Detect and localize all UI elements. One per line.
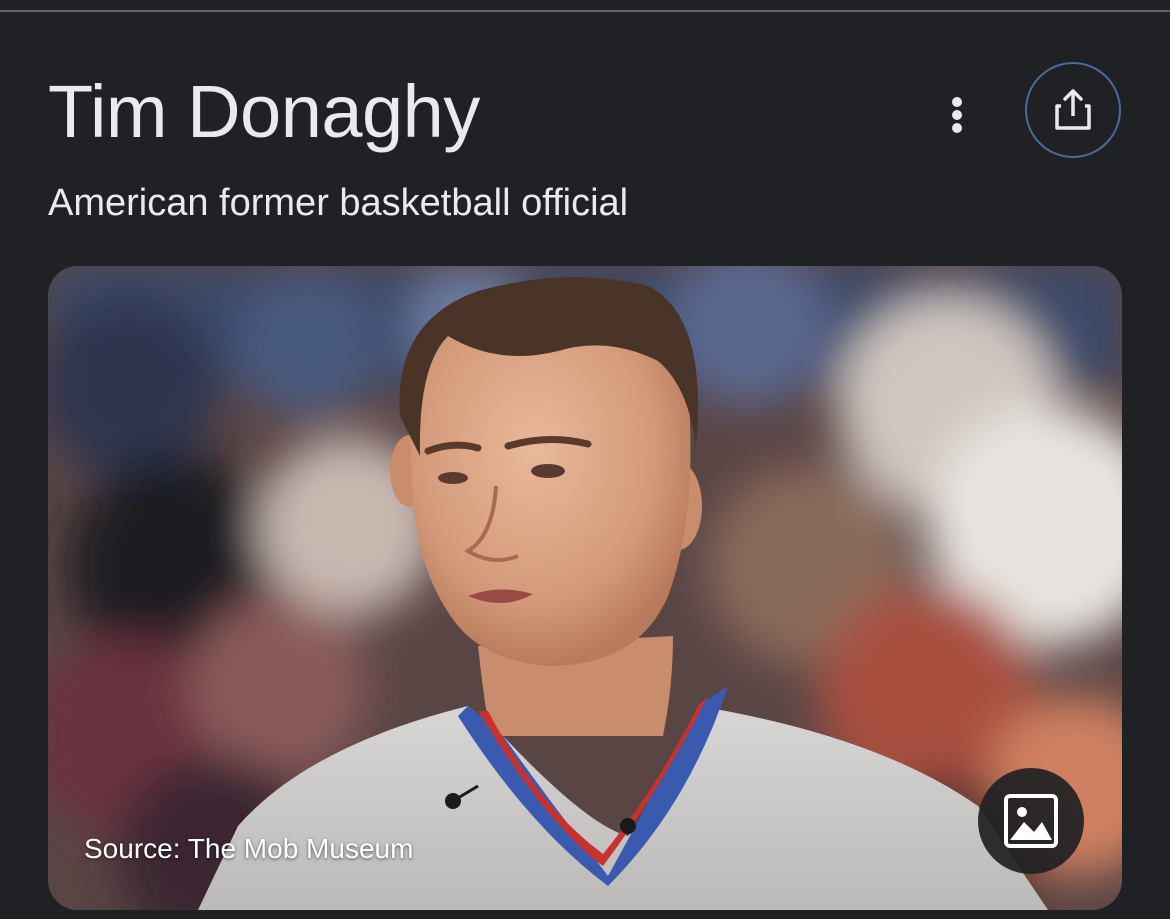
image-source-label: Source: The Mob Museum: [84, 833, 414, 864]
entity-subtitle: American former basketball official: [48, 182, 629, 224]
entity-title: Tim Donaghy: [48, 70, 480, 153]
share-button[interactable]: [1025, 62, 1121, 158]
share-icon: [1055, 89, 1091, 130]
entity-photo[interactable]: Source: The Mob Museum: [48, 266, 1122, 910]
view-images-button[interactable]: [978, 768, 1084, 874]
top-divider: [0, 10, 1170, 12]
image-icon: [1004, 794, 1058, 848]
referee-photo: [48, 266, 1122, 910]
more-vert-icon: [952, 97, 962, 133]
knowledge-panel: Tim Donaghy American former basketball o…: [0, 0, 1170, 919]
more-options-button[interactable]: [932, 90, 982, 140]
